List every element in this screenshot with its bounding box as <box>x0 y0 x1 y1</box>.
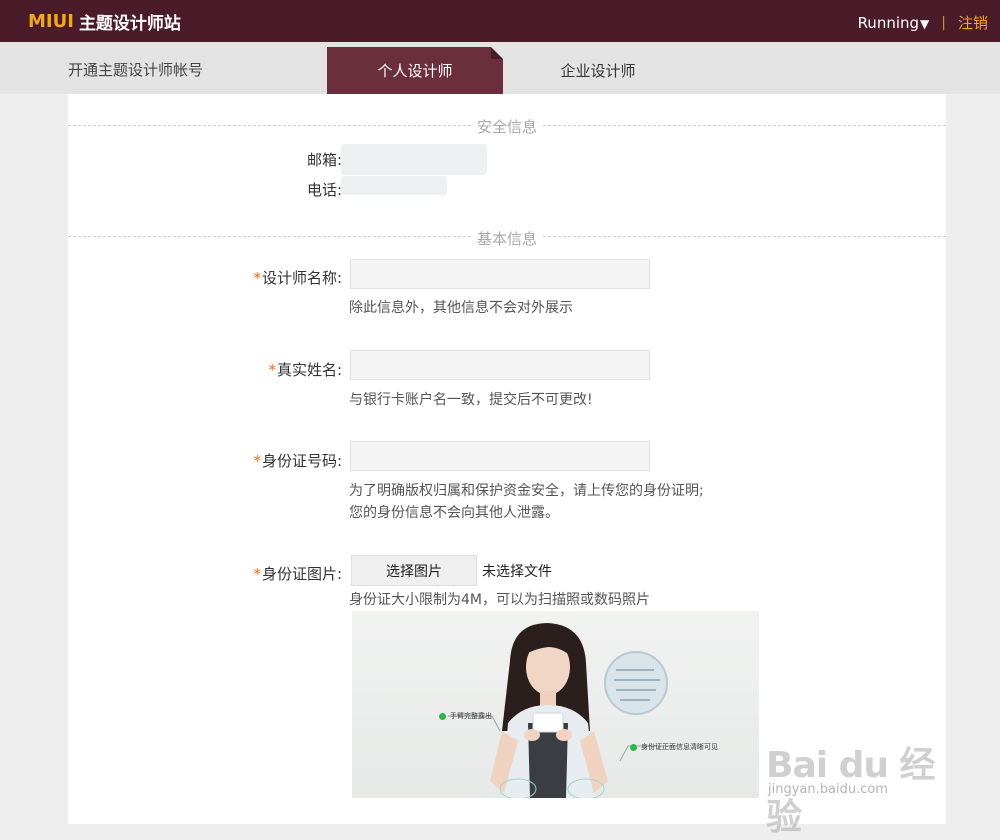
designer-name-label: *设计师名称: <box>253 269 342 287</box>
id-photo-label: *身份证图片: <box>253 565 342 583</box>
tab-enterprise-designer[interactable]: 企业设计师 <box>520 47 676 94</box>
email-label: 邮箱: <box>306 151 342 169</box>
id-number-label: *身份证号码: <box>253 452 342 470</box>
real-name-input[interactable] <box>350 350 650 380</box>
required-mark: * <box>253 565 261 583</box>
callout-dot <box>439 713 446 720</box>
file-status: 未选择文件 <box>482 564 552 580</box>
user-menu[interactable]: Running▼ <box>858 14 930 32</box>
person-holding-id-illustration <box>448 623 672 798</box>
callout-id-front-clear: 身份证正面信息清晰可见 <box>641 743 718 751</box>
choose-image-button[interactable]: 选择图片 <box>351 555 477 586</box>
designer-name-hint: 除此信息外，其他信息不会对外展示 <box>349 300 573 316</box>
required-mark: * <box>268 361 276 379</box>
designer-name-input[interactable] <box>350 259 650 289</box>
tab-label: 企业设计师 <box>560 62 636 80</box>
id-number-hint-line2: 您的身份信息不会向其他人泄露。 <box>349 505 559 521</box>
required-mark: * <box>253 269 261 287</box>
user-area: Running▼ | 注销 <box>858 12 988 33</box>
section-title-basic: 基本信息 <box>472 228 542 249</box>
tab-strip: 开通主题设计师帐号 个人设计师 企业设计师 <box>0 42 1000 94</box>
page-title: 开通主题设计师帐号 <box>68 61 204 79</box>
logo-title: 主题设计师站 <box>78 13 181 34</box>
logout-link[interactable]: 注销 <box>958 12 988 33</box>
callout-dot <box>630 744 637 751</box>
watermark-url: jingyan.baidu.com <box>768 782 888 797</box>
logo-brand: MIUI <box>28 10 74 32</box>
top-bar: MIUI 主题设计师站 Running▼ | 注销 <box>0 0 1000 42</box>
callout-arm-visible: 手臂完整露出 <box>450 712 492 720</box>
phone-label: 电话: <box>306 181 342 199</box>
site-logo[interactable]: MIUI 主题设计师站 <box>28 9 181 34</box>
required-mark: * <box>253 452 261 470</box>
magnified-id-detail <box>604 651 668 715</box>
tab-personal-designer[interactable]: 个人设计师 <box>327 47 503 94</box>
section-title-security: 安全信息 <box>472 116 542 137</box>
separator: | <box>941 14 946 31</box>
tab-fold-corner <box>491 47 503 59</box>
real-name-hint: 与银行卡账户名一致，提交后不可更改! <box>349 392 593 408</box>
real-name-label: *真实姓名: <box>268 361 342 379</box>
caret-down-icon: ▼ <box>920 16 930 31</box>
id-photo-hint: 身份证大小限制为4M，可以为扫描照或数码照片 <box>349 592 650 608</box>
id-number-input[interactable] <box>350 441 650 471</box>
id-photo-example: 手臂完整露出 身份证正面信息清晰可见 <box>352 611 759 798</box>
tab-label: 个人设计师 <box>377 62 453 80</box>
phone-value-blurred <box>341 176 447 195</box>
user-name: Running <box>857 13 920 32</box>
email-value-blurred <box>341 144 487 175</box>
id-number-hint-line1: 为了明确版权归属和保护资金安全，请上传您的身份证明; <box>349 483 704 499</box>
baidu-watermark: Bai du 经验 jingyan.baidu.com <box>766 716 946 838</box>
form-panel: 安全信息 邮箱: 电话: 基本信息 *设计师名称: 除此信息外，其他信息不会对外… <box>68 94 946 824</box>
